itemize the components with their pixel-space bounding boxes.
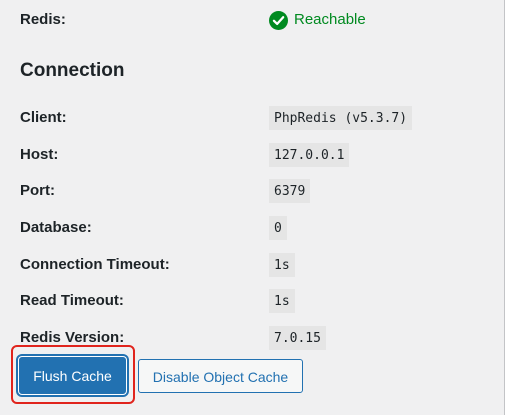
read-timeout-label: Read Timeout: [20, 292, 124, 309]
port-row: Port: 6379 [20, 179, 485, 203]
database-row: Database: 0 [20, 216, 485, 240]
database-label: Database: [20, 219, 92, 236]
connection-timeout-row: Connection Timeout: 1s [20, 253, 485, 277]
client-label: Client: [20, 109, 67, 126]
host-row: Host: 127.0.0.1 [20, 143, 485, 167]
client-row: Client: PhpRedis (v5.3.7) [20, 106, 485, 130]
redis-version-value: 7.0.15 [269, 326, 326, 350]
flush-cache-button[interactable]: Flush Cache [19, 357, 126, 394]
check-circle-icon [269, 10, 288, 30]
client-value: PhpRedis (v5.3.7) [269, 106, 413, 130]
host-label: Host: [20, 146, 59, 163]
port-value: 6379 [269, 179, 311, 203]
port-label: Port: [20, 182, 55, 199]
redis-status: Reachable [269, 10, 366, 30]
redis-status-text: Reachable [294, 11, 366, 28]
connection-timeout-value: 1s [269, 253, 295, 277]
database-value: 0 [269, 216, 287, 240]
disable-object-cache-button[interactable]: Disable Object Cache [138, 359, 303, 393]
read-timeout-row: Read Timeout: 1s [20, 289, 485, 313]
read-timeout-value: 1s [269, 289, 295, 313]
redis-status-row: Redis: Reachable [20, 10, 485, 32]
connection-heading: Connection [20, 60, 125, 81]
connection-timeout-label: Connection Timeout: [20, 256, 170, 273]
host-value: 127.0.0.1 [269, 143, 350, 167]
redis-status-label: Redis: [20, 11, 66, 28]
